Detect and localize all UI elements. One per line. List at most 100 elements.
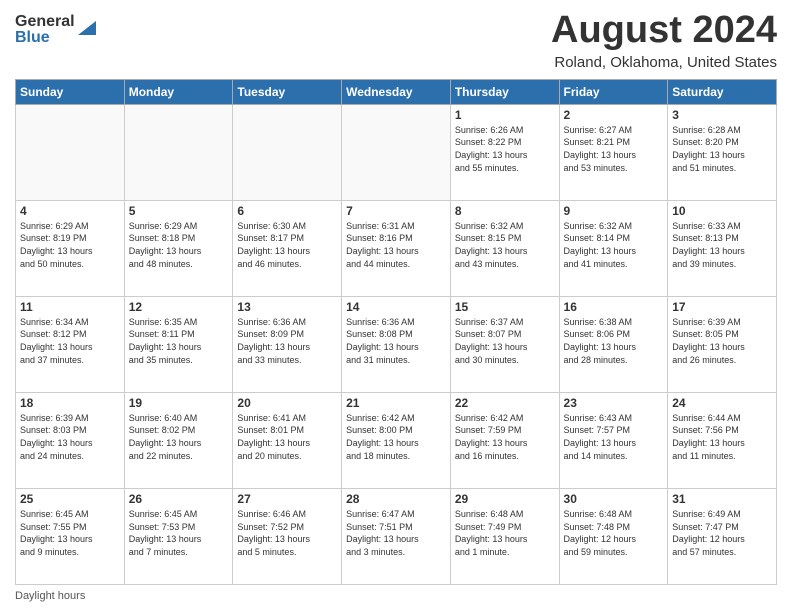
calendar-cell: 28Sunrise: 6:47 AMSunset: 7:51 PMDayligh…: [342, 488, 451, 584]
calendar-day-header: Sunday: [16, 79, 125, 104]
calendar-week-row: 11Sunrise: 6:34 AMSunset: 8:12 PMDayligh…: [16, 296, 777, 392]
day-number: 31: [672, 492, 772, 506]
header: General Blue August 2024 Roland, Oklahom…: [15, 10, 777, 71]
calendar-cell: 24Sunrise: 6:44 AMSunset: 7:56 PMDayligh…: [668, 392, 777, 488]
day-info: Sunrise: 6:31 AMSunset: 8:16 PMDaylight:…: [346, 220, 446, 270]
calendar-cell: 26Sunrise: 6:45 AMSunset: 7:53 PMDayligh…: [124, 488, 233, 584]
calendar-day-header: Thursday: [450, 79, 559, 104]
day-number: 13: [237, 300, 337, 314]
day-info: Sunrise: 6:48 AMSunset: 7:49 PMDaylight:…: [455, 508, 555, 558]
calendar-cell: 22 Sunrise: 6:42 AMSunset: 7:59 PMDayligh…: [450, 392, 559, 488]
day-number: 15: [455, 300, 555, 314]
day-info: Sunrise: 6:40 AMSunset: 8:02 PMDaylight:…: [129, 412, 229, 462]
day-info: Sunrise: 6:39 AMSunset: 8:05 PMDaylight:…: [672, 316, 772, 366]
calendar-header-row: SundayMondayTuesdayWednesdayThursdayFrid…: [16, 79, 777, 104]
day-number: 25: [20, 492, 120, 506]
day-number: 12: [129, 300, 229, 314]
day-info: Sunrise: 6:43 AMSunset: 7:57 PMDaylight:…: [564, 412, 664, 462]
day-info: Sunrise: 6:35 AMSunset: 8:11 PMDaylight:…: [129, 316, 229, 366]
day-info: Sunrise: 6:41 AMSunset: 8:01 PMDaylight:…: [237, 412, 337, 462]
logo-icon: [78, 17, 96, 35]
day-info: Sunrise: 6:45 AMSunset: 7:55 PMDaylight:…: [20, 508, 120, 558]
day-number: 27: [237, 492, 337, 506]
day-info: Sunrise: 6:42 AMSunset: 8:00 PMDaylight:…: [346, 412, 446, 462]
day-info: Sunrise: 6:32 AMSunset: 8:15 PMDaylight:…: [455, 220, 555, 270]
day-number: 28: [346, 492, 446, 506]
logo-text: General Blue: [15, 14, 75, 46]
calendar-cell: 9 Sunrise: 6:32 AMSunset: 8:14 PMDaylight…: [559, 200, 668, 296]
logo-general: General: [15, 14, 75, 30]
calendar-cell: 14 Sunrise: 6:36 AMSunset: 8:08 PMDayligh…: [342, 296, 451, 392]
calendar-cell: 10 Sunrise: 6:33 AMSunset: 8:13 PMDayligh…: [668, 200, 777, 296]
calendar-cell: 20 Sunrise: 6:41 AMSunset: 8:01 PMDayligh…: [233, 392, 342, 488]
day-number: 24: [672, 396, 772, 410]
day-info: Sunrise: 6:27 AMSunset: 8:21 PMDaylight:…: [564, 124, 664, 174]
day-number: 8: [455, 204, 555, 218]
day-number: 17: [672, 300, 772, 314]
day-info: Sunrise: 6:48 AMSunset: 7:48 PMDaylight:…: [564, 508, 664, 558]
day-info: Sunrise: 6:29 AMSunset: 8:18 PMDaylight:…: [129, 220, 229, 270]
day-number: 5: [129, 204, 229, 218]
day-info: Sunrise: 6:38 AMSunset: 8:06 PMDaylight:…: [564, 316, 664, 366]
calendar-cell: 21 Sunrise: 6:42 AMSunset: 8:00 PMDayligh…: [342, 392, 451, 488]
calendar-cell: 6 Sunrise: 6:30 AMSunset: 8:17 PMDaylight…: [233, 200, 342, 296]
day-info: Sunrise: 6:36 AMSunset: 8:08 PMDaylight:…: [346, 316, 446, 366]
calendar-cell: [16, 104, 125, 200]
calendar-week-row: 4 Sunrise: 6:29 AMSunset: 8:19 PMDaylight…: [16, 200, 777, 296]
calendar-day-header: Tuesday: [233, 79, 342, 104]
logo: General Blue: [15, 14, 96, 46]
calendar-cell: 31Sunrise: 6:49 AMSunset: 7:47 PMDayligh…: [668, 488, 777, 584]
day-number: 6: [237, 204, 337, 218]
calendar-cell: [342, 104, 451, 200]
day-number: 22: [455, 396, 555, 410]
calendar-cell: 2 Sunrise: 6:27 AMSunset: 8:21 PMDaylight…: [559, 104, 668, 200]
day-number: 10: [672, 204, 772, 218]
day-number: 3: [672, 108, 772, 122]
title-section: August 2024 Roland, Oklahoma, United Sta…: [551, 10, 777, 71]
calendar-week-row: 1Sunrise: 6:26 AMSunset: 8:22 PMDaylight…: [16, 104, 777, 200]
logo-blue: Blue: [15, 30, 75, 46]
calendar-table: SundayMondayTuesdayWednesdayThursdayFrid…: [15, 79, 777, 585]
day-info: Sunrise: 6:42 AMSunset: 7:59 PMDaylight:…: [455, 412, 555, 462]
day-number: 30: [564, 492, 664, 506]
calendar-cell: 27Sunrise: 6:46 AMSunset: 7:52 PMDayligh…: [233, 488, 342, 584]
day-info: Sunrise: 6:30 AMSunset: 8:17 PMDaylight:…: [237, 220, 337, 270]
day-info: Sunrise: 6:37 AMSunset: 8:07 PMDaylight:…: [455, 316, 555, 366]
calendar-cell: 13Sunrise: 6:36 AMSunset: 8:09 PMDayligh…: [233, 296, 342, 392]
footer: Daylight hours: [15, 590, 777, 602]
day-info: Sunrise: 6:33 AMSunset: 8:13 PMDaylight:…: [672, 220, 772, 270]
day-number: 4: [20, 204, 120, 218]
calendar-cell: 30 Sunrise: 6:48 AMSunset: 7:48 PMDayligh…: [559, 488, 668, 584]
calendar-cell: 7 Sunrise: 6:31 AMSunset: 8:16 PMDaylight…: [342, 200, 451, 296]
day-info: Sunrise: 6:39 AMSunset: 8:03 PMDaylight:…: [20, 412, 120, 462]
page: General Blue August 2024 Roland, Oklahom…: [0, 0, 792, 612]
calendar-cell: 3 Sunrise: 6:28 AMSunset: 8:20 PMDaylight…: [668, 104, 777, 200]
day-number: 19: [129, 396, 229, 410]
calendar-cell: 17 Sunrise: 6:39 AMSunset: 8:05 PMDayligh…: [668, 296, 777, 392]
day-info: Sunrise: 6:26 AMSunset: 8:22 PMDaylight:…: [455, 124, 555, 174]
day-info: Sunrise: 6:32 AMSunset: 8:14 PMDaylight:…: [564, 220, 664, 270]
calendar-cell: [233, 104, 342, 200]
day-number: 2: [564, 108, 664, 122]
calendar-cell: 29Sunrise: 6:48 AMSunset: 7:49 PMDayligh…: [450, 488, 559, 584]
calendar-cell: 11Sunrise: 6:34 AMSunset: 8:12 PMDayligh…: [16, 296, 125, 392]
day-number: 23: [564, 396, 664, 410]
calendar-cell: 16Sunrise: 6:38 AMSunset: 8:06 PMDayligh…: [559, 296, 668, 392]
calendar-week-row: 18 Sunrise: 6:39 AMSunset: 8:03 PMDayligh…: [16, 392, 777, 488]
calendar-day-header: Friday: [559, 79, 668, 104]
day-number: 18: [20, 396, 120, 410]
calendar-cell: 1Sunrise: 6:26 AMSunset: 8:22 PMDaylight…: [450, 104, 559, 200]
day-info: Sunrise: 6:29 AMSunset: 8:19 PMDaylight:…: [20, 220, 120, 270]
day-number: 14: [346, 300, 446, 314]
day-number: 20: [237, 396, 337, 410]
calendar-cell: 5 Sunrise: 6:29 AMSunset: 8:18 PMDaylight…: [124, 200, 233, 296]
day-number: 21: [346, 396, 446, 410]
day-number: 9: [564, 204, 664, 218]
calendar-cell: 12 Sunrise: 6:35 AMSunset: 8:11 PMDayligh…: [124, 296, 233, 392]
calendar-day-header: Monday: [124, 79, 233, 104]
day-info: Sunrise: 6:28 AMSunset: 8:20 PMDaylight:…: [672, 124, 772, 174]
day-info: Sunrise: 6:34 AMSunset: 8:12 PMDaylight:…: [20, 316, 120, 366]
calendar-cell: 4 Sunrise: 6:29 AMSunset: 8:19 PMDaylight…: [16, 200, 125, 296]
day-number: 7: [346, 204, 446, 218]
calendar-cell: [124, 104, 233, 200]
